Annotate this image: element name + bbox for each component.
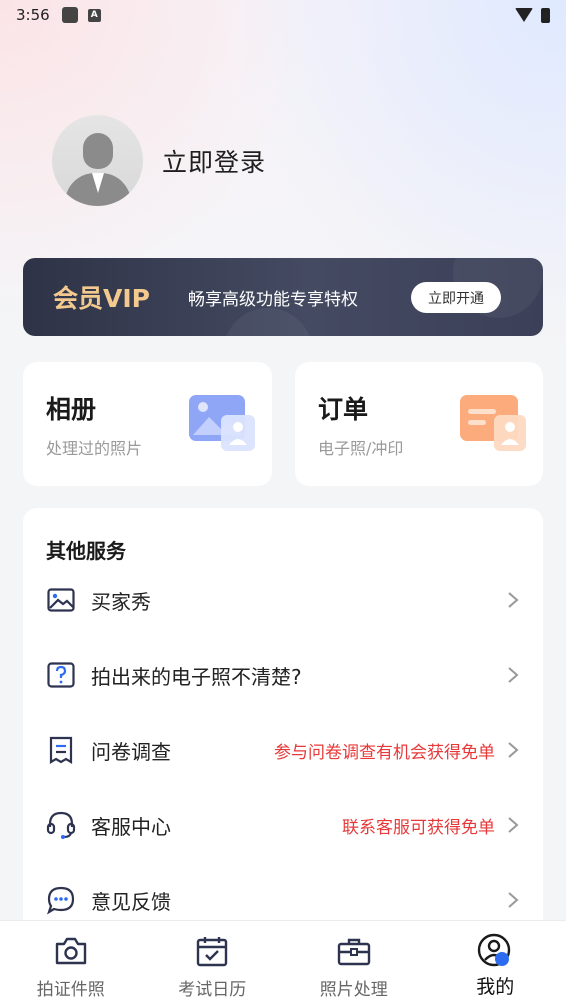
image-icon — [46, 585, 76, 615]
order-title: 订单 — [318, 395, 369, 424]
tab-exam-calendar[interactable]: 考试日历 — [142, 921, 284, 1006]
album-title: 相册 — [46, 395, 97, 424]
calendar-icon — [194, 933, 230, 969]
order-card[interactable]: 订单 电子照/冲印 — [295, 362, 543, 486]
services-title: 其他服务 — [46, 539, 126, 563]
service-note: 参与问卷调查有机会获得免单 — [274, 742, 495, 763]
profile-section[interactable]: 立即登录 — [52, 115, 266, 206]
feedback-icon — [46, 885, 76, 915]
service-item-survey[interactable]: 问卷调查 参与问卷调查有机会获得免单 — [23, 720, 543, 780]
vip-activate-button[interactable]: 立即开通 — [411, 282, 501, 313]
album-subtitle: 处理过的照片 — [46, 439, 143, 458]
other-services-panel: 其他服务 买家秀 拍出来的电子照不清楚? 问卷调查 参与问卷调查有机会获得免单 — [23, 508, 543, 948]
status-time: 3:56 — [16, 6, 50, 24]
service-label: 买家秀 — [91, 589, 151, 614]
order-subtitle: 电子照/冲印 — [318, 439, 404, 458]
tab-label: 我的 — [476, 976, 515, 998]
tab-photo-processing[interactable]: 照片处理 — [283, 921, 425, 1006]
vip-banner[interactable]: 会员VIP 畅享高级功能专享特权 立即开通 — [23, 258, 543, 336]
service-item-customer-service[interactable]: 客服中心 联系客服可获得免单 — [23, 795, 543, 855]
vip-title: 会员VIP — [53, 284, 150, 313]
bottom-tab-bar: 拍证件照 考试日历 照片处理 我的 — [0, 920, 566, 1006]
chevron-right-icon — [503, 590, 523, 610]
service-label: 客服中心 — [91, 814, 171, 839]
service-label: 拍出来的电子照不清楚? — [91, 664, 302, 689]
chevron-right-icon — [503, 740, 523, 760]
tab-mine[interactable]: 我的 — [425, 921, 566, 1006]
service-item-blurry-photo[interactable]: 拍出来的电子照不清楚? — [23, 645, 543, 705]
chevron-right-icon — [503, 815, 523, 835]
avatar[interactable] — [52, 115, 143, 206]
wifi-icon — [515, 8, 533, 22]
profile-icon — [477, 933, 513, 969]
chevron-right-icon — [503, 890, 523, 910]
tab-label: 照片处理 — [319, 980, 388, 1000]
notification-icon — [61, 7, 78, 23]
camera-icon — [53, 933, 89, 969]
tab-id-photo[interactable]: 拍证件照 — [0, 921, 142, 1006]
tab-label: 拍证件照 — [36, 980, 105, 1000]
order-illustration-icon — [460, 393, 526, 453]
service-note: 联系客服可获得免单 — [342, 817, 495, 838]
battery-icon — [541, 7, 550, 23]
app-notification-icon: A — [87, 8, 101, 22]
question-icon — [46, 660, 76, 690]
album-illustration-icon — [189, 393, 255, 453]
survey-icon — [46, 735, 76, 765]
service-item-buyer-show[interactable]: 买家秀 — [23, 570, 543, 630]
service-label: 问卷调查 — [91, 739, 171, 764]
chevron-right-icon — [503, 665, 523, 685]
headset-icon — [46, 810, 76, 840]
login-link[interactable]: 立即登录 — [162, 143, 266, 179]
vip-description: 畅享高级功能专享特权 — [187, 289, 358, 310]
toolbox-icon — [336, 933, 372, 969]
status-bar: 3:56 A — [0, 0, 566, 30]
tab-label: 考试日历 — [178, 980, 247, 1000]
album-card[interactable]: 相册 处理过的照片 — [23, 362, 272, 486]
service-label: 意见反馈 — [91, 889, 171, 914]
